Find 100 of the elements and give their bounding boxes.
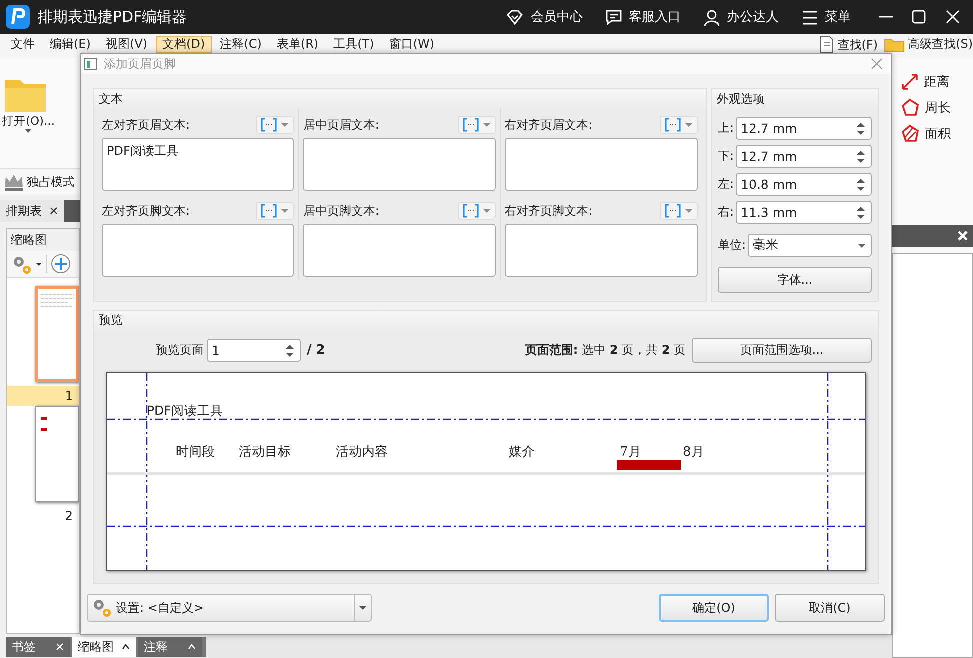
spin-box[interactable]: 12.7 mm bbox=[736, 145, 872, 168]
gears-icon bbox=[92, 598, 112, 618]
menu-item[interactable]: 视图(V) bbox=[98, 36, 155, 53]
text-area[interactable] bbox=[102, 224, 294, 277]
dialog-icon bbox=[84, 58, 98, 70]
caret-icon bbox=[684, 123, 693, 127]
group-title: 文本 bbox=[99, 90, 123, 108]
maximize-icon bbox=[911, 9, 927, 25]
menu-item[interactable]: 窗口(W) bbox=[382, 36, 442, 53]
text-area[interactable] bbox=[303, 138, 496, 191]
diamond-icon bbox=[505, 8, 525, 26]
spinner-arrows-icon bbox=[285, 344, 295, 358]
brackets-icon bbox=[664, 204, 681, 218]
document-tab[interactable]: 排期表 bbox=[0, 200, 64, 222]
close-icon bbox=[957, 230, 969, 242]
chevron-up-icon bbox=[188, 644, 196, 650]
title-bar-link[interactable]: 会员中心 bbox=[531, 8, 583, 26]
unit-dropdown[interactable]: 毫米 bbox=[748, 234, 872, 257]
field-label: 单位: bbox=[718, 237, 746, 254]
chat-icon bbox=[605, 8, 623, 26]
page-marks-icon bbox=[41, 417, 47, 431]
insert-macro-button[interactable] bbox=[660, 116, 698, 134]
measure-tool-button[interactable]: 周长 bbox=[925, 99, 951, 117]
page-number: 2 bbox=[64, 508, 74, 525]
menu-item[interactable]: 工具(T) bbox=[326, 36, 382, 53]
close-icon bbox=[871, 58, 883, 70]
brackets-icon bbox=[664, 118, 681, 132]
spinner-arrows-icon bbox=[856, 206, 866, 220]
dialog-button[interactable]: 取消(C) bbox=[775, 594, 885, 622]
column-heading: 活动目标 bbox=[239, 444, 292, 461]
group-title: 预览 bbox=[99, 312, 123, 330]
field-label: 左: bbox=[718, 176, 734, 193]
font-button[interactable]: 字体... bbox=[718, 267, 872, 293]
column-heading: 时间段 bbox=[176, 444, 216, 461]
close-icon bbox=[945, 9, 961, 25]
text-area[interactable]: PDF阅读工具 bbox=[102, 138, 294, 191]
measure-tool-button[interactable]: 面积 bbox=[925, 125, 951, 143]
field-label: 右: bbox=[718, 204, 734, 221]
panel-tab[interactable]: 注释 bbox=[138, 637, 202, 657]
text-area[interactable] bbox=[504, 224, 698, 277]
panel-tab[interactable]: 书签 bbox=[6, 637, 70, 657]
spinner-arrows-icon bbox=[856, 122, 866, 136]
toolbar-button-label[interactable]: 高级查找(S) bbox=[908, 36, 973, 53]
measure-tool-button[interactable]: 距离 bbox=[924, 73, 950, 91]
page-range-options-button[interactable]: 页面范围选项... bbox=[692, 338, 872, 364]
minimize-icon bbox=[879, 16, 893, 18]
spin-box[interactable]: 10.8 mm bbox=[736, 173, 872, 196]
group-title: 外观选项 bbox=[717, 90, 765, 108]
field-label: 左对齐页眉文本: bbox=[102, 116, 192, 134]
page-thumbnail[interactable] bbox=[35, 406, 79, 502]
text-area[interactable] bbox=[303, 224, 496, 277]
crown-icon bbox=[4, 173, 24, 191]
gantt-bar bbox=[617, 460, 681, 470]
page-thumbnail[interactable] bbox=[35, 286, 79, 382]
open-button[interactable]: 打开(O)... bbox=[2, 114, 55, 133]
column-heading: 媒介 bbox=[509, 444, 536, 461]
field-label: 居中页眉文本: bbox=[303, 116, 380, 134]
panel-tab[interactable]: 缩略图 bbox=[72, 637, 136, 657]
column-heading: 活动内容 bbox=[336, 444, 389, 461]
settings-dropdown[interactable]: 设置: <自定义> bbox=[87, 594, 372, 622]
caret-icon bbox=[482, 209, 491, 213]
zoom-in-icon bbox=[51, 254, 71, 274]
menu-item[interactable]: 编辑(E) bbox=[43, 36, 98, 53]
dialog-button[interactable]: 确定(O) bbox=[659, 594, 769, 622]
title-bar-link[interactable]: 客服入口 bbox=[629, 8, 681, 26]
caret-icon bbox=[25, 129, 32, 133]
title-bar-link[interactable]: 办公达人 bbox=[727, 8, 779, 26]
column-heading: 8月 bbox=[683, 444, 706, 461]
double-arrow-icon bbox=[900, 72, 920, 92]
caret-icon bbox=[684, 209, 693, 213]
brackets-icon bbox=[462, 204, 479, 218]
menu-icon bbox=[801, 8, 819, 26]
text-area[interactable] bbox=[504, 138, 698, 191]
insert-macro-button[interactable] bbox=[256, 116, 294, 134]
field-label: 左对齐页脚文本: bbox=[102, 202, 192, 220]
page-spin-box[interactable]: 1 bbox=[207, 339, 301, 362]
spin-box[interactable]: 11.3 mm bbox=[736, 201, 872, 224]
menu-item[interactable]: 文件 bbox=[4, 36, 42, 53]
caret-icon bbox=[281, 209, 290, 213]
caret-icon bbox=[482, 123, 491, 127]
menu-item[interactable]: 注释(C) bbox=[213, 36, 269, 53]
spin-box[interactable]: 12.7 mm bbox=[736, 117, 872, 140]
menu-item[interactable]: 表单(R) bbox=[270, 36, 326, 53]
page-total: / 2 bbox=[307, 343, 326, 358]
insert-macro-button[interactable] bbox=[256, 202, 294, 220]
toolbar-button-label[interactable]: 查找(F) bbox=[838, 36, 878, 54]
insert-macro-button[interactable] bbox=[660, 202, 698, 220]
close-icon bbox=[50, 207, 58, 215]
insert-macro-button[interactable] bbox=[458, 116, 496, 134]
field-label: 上: bbox=[718, 120, 734, 137]
brackets-icon bbox=[261, 118, 278, 132]
brackets-icon bbox=[261, 204, 278, 218]
menu-item[interactable]: 文档(D) bbox=[156, 36, 212, 53]
field-label: 下: bbox=[718, 148, 734, 165]
field-label: 预览页面 bbox=[156, 342, 204, 360]
title-bar-link[interactable]: 菜单 bbox=[825, 8, 851, 26]
insert-macro-button[interactable] bbox=[458, 202, 496, 220]
field-label: 右对齐页眉文本: bbox=[504, 116, 594, 134]
close-icon bbox=[56, 643, 64, 651]
page-number: 1 bbox=[7, 386, 79, 406]
